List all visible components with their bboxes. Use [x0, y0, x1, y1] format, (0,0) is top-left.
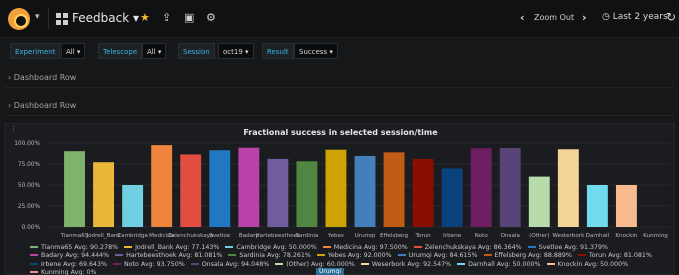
- legend-label: Svetloe Avg: 91.379%: [538, 244, 609, 251]
- dashboard-title[interactable]: Feedback ▾: [72, 11, 139, 25]
- legend-label: Tianma65 Avg: 90.278%: [41, 244, 119, 251]
- legend-item[interactable]: Kunming Avg: 0%: [30, 269, 96, 275]
- legend-swatch: [190, 262, 199, 265]
- legend-swatch: [577, 254, 586, 257]
- legend-item[interactable]: Badary Avg: 94.444%: [30, 252, 109, 260]
- legend-label: Hartebeesthoek Avg: 81.081%: [126, 252, 223, 260]
- legend-swatch: [30, 262, 38, 265]
- share-icon[interactable]: ⇪: [162, 11, 171, 24]
- dashboard-grid-icon: [56, 13, 68, 25]
- variable-select-telescope[interactable]: All ▾: [142, 43, 167, 59]
- nav-divider: [48, 8, 49, 30]
- refresh-icon[interactable]: ↻: [666, 10, 676, 24]
- legend-item[interactable]: Effelsberg Avg: 88.889%: [483, 252, 572, 260]
- legend-label: Sardinia Avg: 78.261%: [239, 252, 311, 260]
- grafana-logo-icon[interactable]: [8, 8, 30, 30]
- legend-swatch: [360, 262, 369, 265]
- variable-select-experiment[interactable]: All ▾: [61, 43, 86, 59]
- legend-swatch: [527, 246, 536, 248]
- gear-icon[interactable]: ⚙: [206, 11, 216, 24]
- star-icon[interactable]: ★: [140, 11, 150, 24]
- legend-item[interactable]: Noto Avg: 93.750%: [113, 261, 185, 269]
- zoom-out-button[interactable]: Zoom Out: [534, 13, 574, 22]
- legend-label: Badary Avg: 94.444%: [41, 252, 110, 260]
- legend-item[interactable]: Sardinia Avg: 78.261%: [228, 252, 311, 260]
- time-range-picker[interactable]: ◷ Last 2 years: [602, 12, 668, 22]
- variable-label-telescope: Telescope: [98, 43, 143, 59]
- legend-item[interactable]: Torun Avg: 81.081%: [577, 252, 652, 260]
- legend-swatch: [30, 254, 38, 257]
- legend-label: Effelsberg Avg: 88.889%: [494, 252, 572, 260]
- legend-swatch: [30, 271, 38, 274]
- legend-item[interactable]: Hartebeesthoek Avg: 81.081%: [115, 252, 222, 260]
- dashboard-row-title: › Dashboard Row: [8, 73, 77, 82]
- legend-label: Darnhall Avg: 50.000%: [468, 260, 541, 268]
- legend-swatch: [124, 246, 133, 248]
- panel-title[interactable]: Fractional success in selected session/t…: [5, 128, 676, 137]
- legend-item[interactable]: Svetloe Avg: 91.379%: [527, 244, 609, 252]
- legend-item[interactable]: Knockin Avg: 50.000%: [546, 260, 629, 269]
- legend-label: Weserbork Avg: 92.547%: [371, 260, 452, 268]
- legend-label: Zelenchukskaya Avg: 86.364%: [424, 244, 522, 251]
- legend-item[interactable]: Urumqi Avg: 84.615%: [397, 252, 478, 260]
- legend-item[interactable]: Darnhall Avg: 50.000%: [457, 260, 541, 269]
- legend-label: Onsala Avg: 94.048%: [201, 260, 270, 268]
- variable-select-session[interactable]: oct19 ▾: [218, 43, 254, 59]
- dashboard-row-2[interactable]: › Dashboard Row: [4, 96, 675, 116]
- legend-item[interactable]: Onsala Avg: 94.048%: [190, 260, 270, 269]
- legend-swatch: [228, 254, 237, 257]
- legend-label: (Other) Avg: 60.000%: [286, 260, 355, 268]
- legend-swatch: [113, 262, 121, 265]
- variable-label-result: Result: [262, 43, 294, 59]
- dashboard-row-title: › Dashboard Row: [8, 101, 77, 110]
- legend-label: Kunming Avg: 0%: [41, 269, 97, 275]
- legend-swatch: [413, 246, 422, 248]
- legend-item[interactable]: Zelenchukskaya Avg: 86.364%: [413, 244, 522, 252]
- legend-label: Torun Avg: 81.081%: [588, 252, 652, 260]
- legend-item[interactable]: Yebes Avg: 92.000%: [316, 252, 392, 260]
- legend-item[interactable]: Irbene Avg: 69.643%: [30, 261, 107, 269]
- variable-label-experiment: Experiment: [10, 43, 61, 59]
- top-navbar: ▾ Feedback ▾ ★ ⇪ ▣ ⚙ ‹ Zoom Out › ◷ Last…: [0, 0, 679, 38]
- legend-item[interactable]: Jodrell_Bank Avg: 77.143%: [124, 244, 219, 252]
- legend-item[interactable]: Cambridge Avg: 50.000%: [225, 244, 317, 252]
- legend-item[interactable]: Tianma65 Avg: 90.278%: [30, 244, 118, 252]
- legend-swatch: [115, 254, 124, 257]
- chart-legend: Tianma65 Avg: 90.278% Jodrell_Bank Avg: 7…: [30, 244, 670, 275]
- dashboard-row-1[interactable]: › Dashboard Row: [4, 68, 675, 88]
- legend-swatch: [275, 262, 284, 265]
- legend-swatch: [30, 246, 38, 248]
- legend-label: Medicina Avg: 97.500%: [333, 244, 408, 251]
- legend-label: Noto Avg: 93.750%: [124, 260, 185, 268]
- template-variables-bar: Experiment All ▾ Telescope All ▾ Session…: [0, 38, 679, 64]
- legend-label: Cambridge Avg: 50.000%: [236, 244, 317, 251]
- legend-label: Yebes Avg: 92.000%: [327, 252, 392, 260]
- legend-label: Urumqi Avg: 84.615%: [408, 252, 478, 260]
- legend-item[interactable]: Medicina Avg: 97.500%: [322, 244, 408, 252]
- legend-label: Irbene Avg: 69.643%: [41, 260, 107, 268]
- legend-swatch: [316, 254, 325, 257]
- legend-swatch: [457, 262, 466, 265]
- legend-swatch: [546, 262, 555, 265]
- variable-select-result[interactable]: Success ▾: [294, 43, 338, 59]
- legend-label: Jodrell_Bank Avg: 77.143%: [135, 244, 220, 251]
- chevron-left-icon[interactable]: ‹: [520, 11, 525, 24]
- menu-caret-icon[interactable]: ▾: [35, 12, 40, 22]
- variable-label-session: Session: [178, 43, 215, 59]
- hover-tooltip: Urumqi: [316, 268, 344, 275]
- legend-swatch: [483, 254, 492, 257]
- legend-item[interactable]: Weserbork Avg: 92.547%: [360, 260, 452, 269]
- legend-swatch: [322, 246, 331, 248]
- chevron-right-icon[interactable]: ›: [582, 11, 587, 24]
- legend-swatch: [397, 254, 406, 257]
- save-icon[interactable]: ▣: [184, 11, 194, 24]
- legend-swatch: [225, 246, 234, 248]
- legend-label: Knockin Avg: 50.000%: [557, 260, 629, 268]
